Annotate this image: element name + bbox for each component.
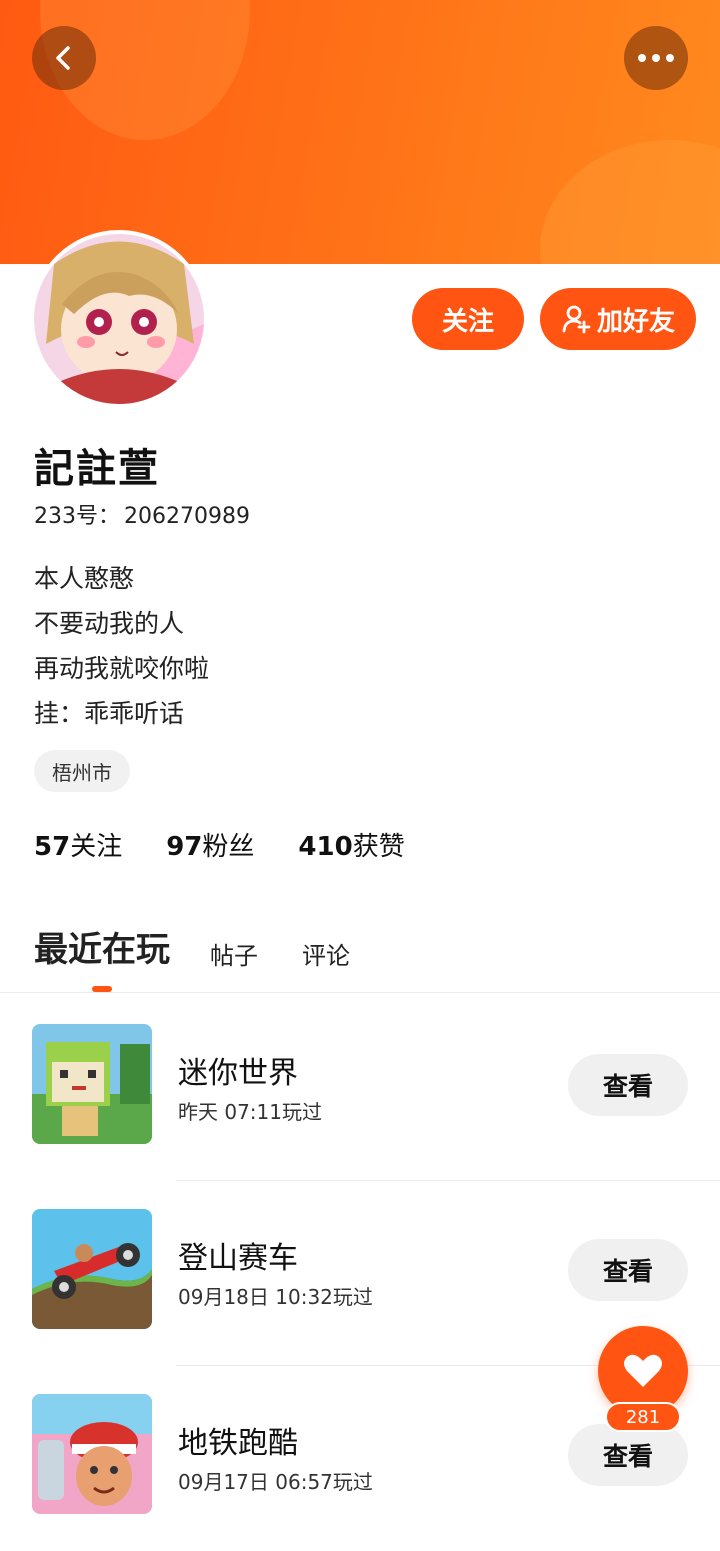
header-decoration [540, 140, 720, 264]
follow-button[interactable]: 关注 [412, 288, 524, 350]
fans-label: 粉丝 [202, 832, 255, 862]
user-id: 233号： 206270989 [34, 498, 254, 530]
heart-icon [624, 1354, 662, 1387]
list-item[interactable]: 迷你世界 昨天 07:11玩过 查看 [0, 996, 720, 1181]
likes-count: 410 [298, 832, 353, 862]
likes-label: 获赞 [352, 832, 405, 862]
back-button[interactable] [32, 26, 96, 90]
more-options-button[interactable] [624, 26, 688, 90]
profile-stats: 57 关注 97 粉丝 410 获赞 [34, 826, 405, 863]
game-icon-subway-surfers [32, 1394, 152, 1514]
more-dots-icon [638, 54, 674, 62]
like-count-badge: 281 [605, 1402, 681, 1432]
bio-line: 不要动我的人 [34, 609, 185, 638]
user-plus-icon [562, 305, 591, 334]
username: 記註萱 [34, 446, 160, 492]
add-friend-button-label: 加好友 [596, 306, 675, 337]
user-id-label: 233号： [34, 504, 120, 529]
location-tag: 梧州市 [34, 750, 130, 792]
profile-tabs: 最近在玩 帖子 评论 [34, 922, 394, 977]
view-button[interactable]: 查看 [568, 1054, 688, 1116]
fans-count: 97 [166, 832, 203, 862]
game-last-played: 09月18日 10:32玩过 [178, 1285, 373, 1309]
following-count: 57 [34, 832, 71, 862]
following-label: 关注 [70, 832, 123, 862]
likes-stat[interactable]: 410 获赞 [298, 826, 404, 863]
bio-line: 本人憨憨 [34, 564, 135, 593]
avatar-image [34, 234, 204, 404]
game-last-played: 昨天 07:11玩过 [178, 1100, 322, 1124]
tab-recently-played[interactable]: 最近在玩 [34, 922, 170, 977]
game-icon-hill-climb-racing [32, 1209, 152, 1329]
game-name: 地铁跑酷 [178, 1426, 298, 1461]
game-name: 登山赛车 [178, 1241, 298, 1276]
profile-header-background [0, 0, 720, 264]
game-icon-mini-world [32, 1024, 152, 1144]
avatar[interactable] [34, 234, 204, 404]
chevron-left-icon [56, 46, 70, 70]
following-stat[interactable]: 57 关注 [34, 826, 122, 863]
bio-line: 挂：乖乖听话 [34, 699, 185, 728]
view-button[interactable]: 查看 [568, 1424, 688, 1486]
user-id-value: 206270989 [124, 504, 250, 529]
bio-line: 再动我就咬你啦 [34, 654, 210, 683]
tab-divider [0, 992, 720, 993]
add-friend-button[interactable]: 加好友 [540, 288, 696, 350]
tab-comments[interactable]: 评论 [302, 936, 350, 977]
location-text: 梧州市 [52, 760, 112, 785]
tab-posts[interactable]: 帖子 [210, 936, 258, 977]
game-name: 迷你世界 [178, 1056, 298, 1091]
follow-button-label: 关注 [441, 306, 494, 337]
fans-stat[interactable]: 97 粉丝 [166, 826, 254, 863]
bio: 本人憨憨 不要动我的人 再动我就咬你啦 挂：乖乖听话 [34, 556, 209, 736]
game-last-played: 09月17日 06:57玩过 [178, 1470, 373, 1494]
view-button[interactable]: 查看 [568, 1239, 688, 1301]
